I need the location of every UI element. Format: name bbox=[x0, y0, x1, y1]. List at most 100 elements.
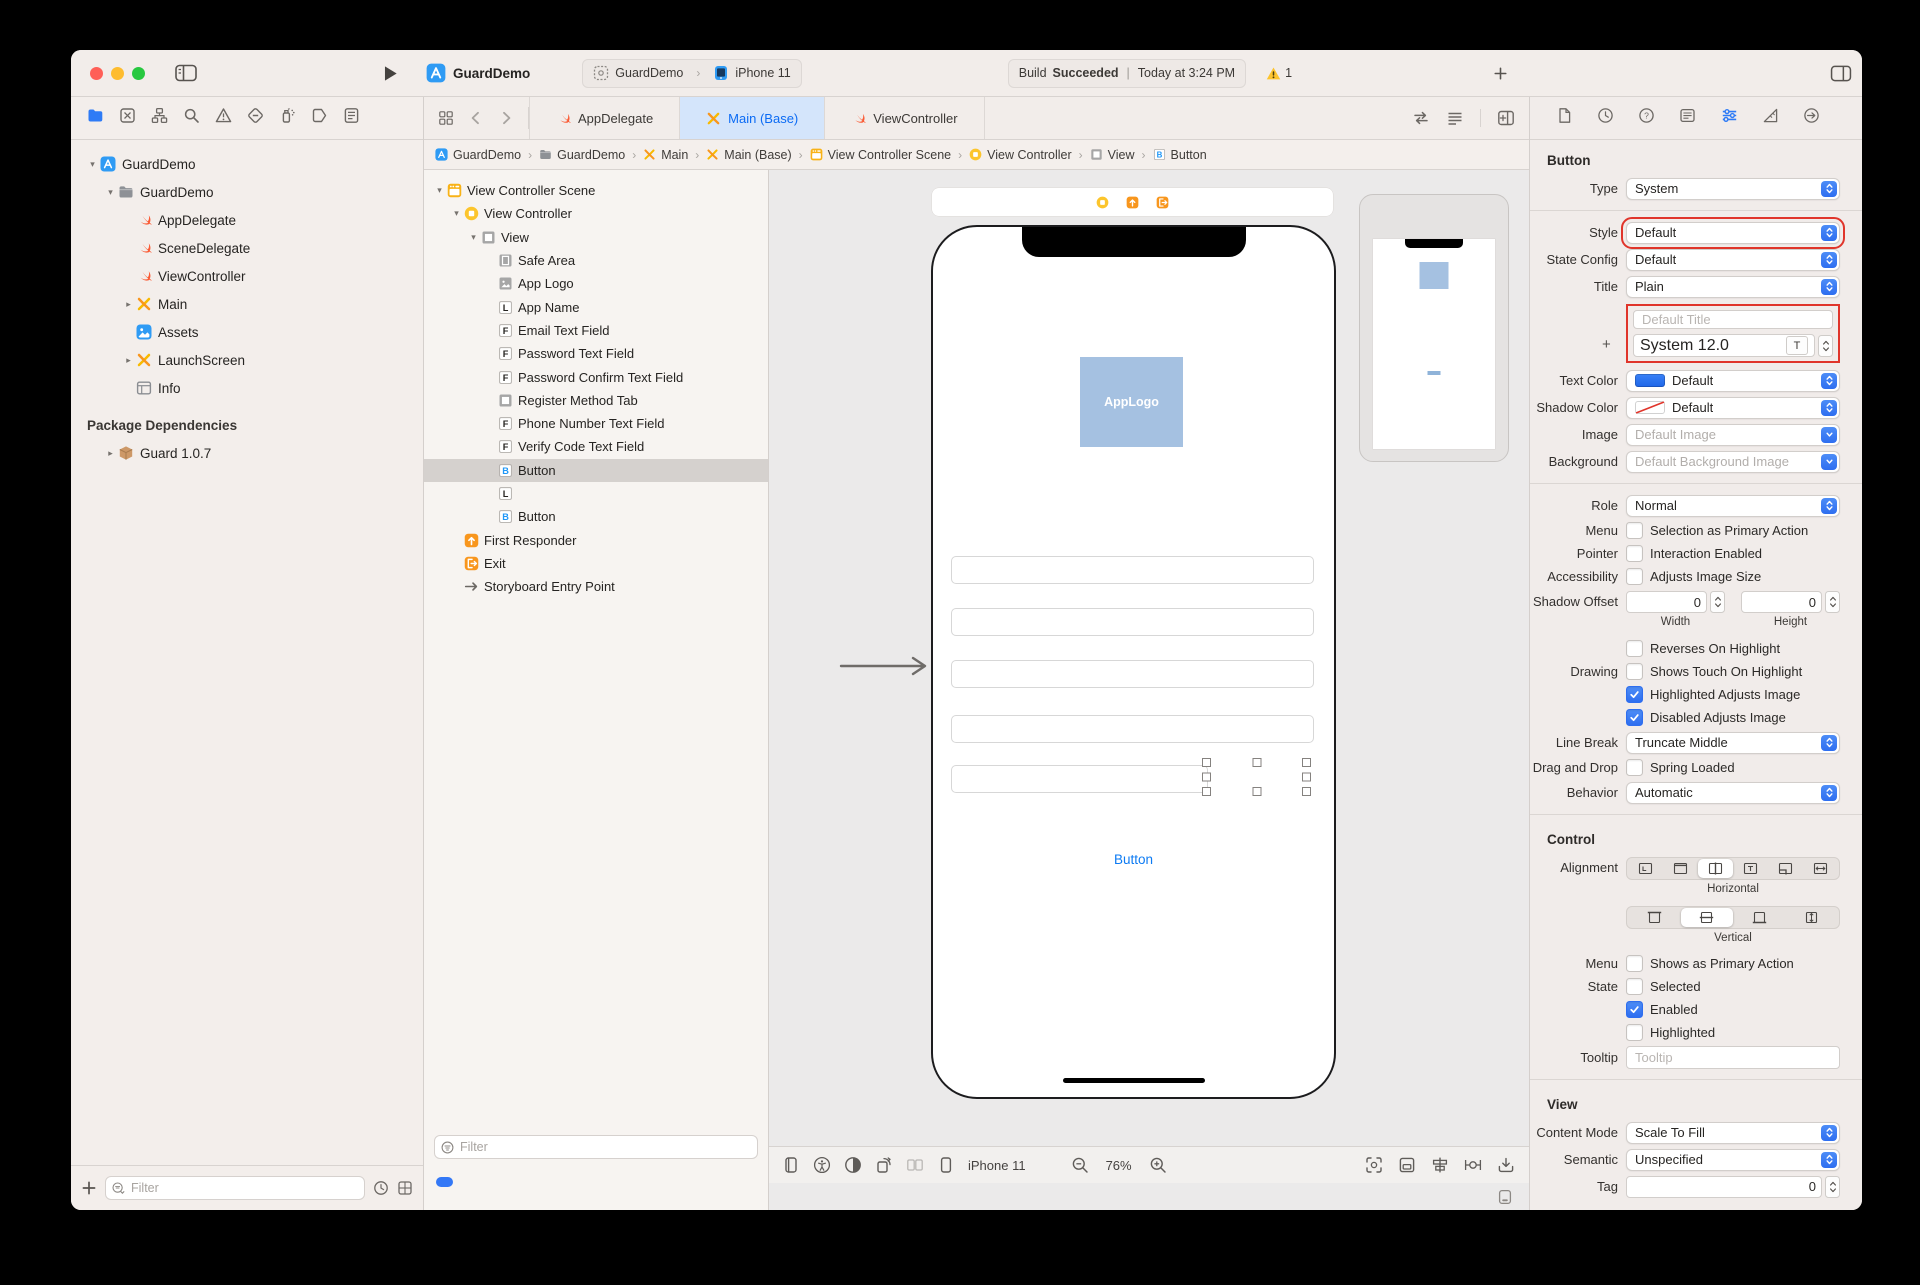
state-config-popup[interactable]: Default bbox=[1626, 249, 1840, 271]
shadow-offset-width-input[interactable] bbox=[1627, 592, 1706, 612]
editor-options-icon[interactable] bbox=[1446, 109, 1464, 127]
disclosure-chevron-icon[interactable]: ▸ bbox=[103, 448, 118, 459]
navigator-filter-input[interactable] bbox=[129, 1180, 358, 1196]
outline-item-verify-code-text-field[interactable]: FVerify Code Text Field bbox=[424, 435, 768, 458]
stepper-icon[interactable] bbox=[1818, 335, 1833, 357]
navigator-tab-issues[interactable] bbox=[215, 107, 232, 129]
outline-item-phone-number-text-field[interactable]: FPhone Number Text Field bbox=[424, 412, 768, 435]
content-mode-popup[interactable]: Scale To Fill bbox=[1626, 1122, 1840, 1144]
minimize-window-button[interactable] bbox=[111, 67, 124, 80]
storyboard-entry-arrow[interactable] bbox=[839, 654, 931, 678]
navigator-tab-search[interactable] bbox=[183, 107, 200, 129]
accessibility-icon[interactable] bbox=[813, 1156, 831, 1174]
outline-item-app-name[interactable]: LApp Name bbox=[424, 295, 768, 318]
outline-item-password-confirm-text-field[interactable]: FPassword Confirm Text Field bbox=[424, 365, 768, 388]
stepper-icon[interactable] bbox=[1825, 1176, 1840, 1198]
sidebar-item-guarddemo[interactable]: ▾GuardDemo bbox=[71, 150, 423, 178]
minimap-preview[interactable] bbox=[1359, 194, 1509, 462]
segment-seg-l[interactable] bbox=[1628, 859, 1663, 878]
inspector-tab-quick-help-inspector[interactable] bbox=[1679, 107, 1696, 129]
navigator-tab-breakpoints[interactable] bbox=[311, 107, 328, 129]
resolve-layout-icon[interactable] bbox=[1497, 1156, 1515, 1174]
navigator-filter-field[interactable] bbox=[105, 1176, 365, 1200]
style-popup[interactable]: Default bbox=[1626, 222, 1840, 244]
enabled-checkbox[interactable] bbox=[1626, 1001, 1643, 1018]
navigator-tab-source-control[interactable] bbox=[119, 107, 136, 129]
background-popup[interactable]: Default Background Image bbox=[1626, 451, 1840, 473]
canvas-area[interactable]: AppLogo Button bbox=[769, 170, 1529, 1146]
sidebar-item-guarddemo[interactable]: ▾GuardDemo bbox=[71, 178, 423, 206]
zoom-out-icon[interactable] bbox=[1071, 1156, 1089, 1174]
segment-seg-rail-top[interactable] bbox=[1628, 908, 1681, 927]
recent-files-filter-icon[interactable] bbox=[373, 1180, 389, 1196]
verify-code-text-field[interactable] bbox=[951, 765, 1208, 793]
navigator-tab-debug[interactable] bbox=[279, 107, 296, 129]
tab-appdelegate[interactable]: AppDelegate bbox=[529, 97, 680, 139]
image-popup[interactable]: Default Image bbox=[1626, 424, 1840, 446]
disclosure-chevron-icon[interactable]: ▾ bbox=[85, 159, 100, 170]
device-name[interactable]: iPhone 11 bbox=[968, 1158, 1026, 1173]
scene-dock[interactable] bbox=[932, 188, 1333, 216]
stepper-icon[interactable] bbox=[1710, 591, 1725, 613]
zoom-to-fit-icon[interactable] bbox=[1365, 1156, 1383, 1174]
outline-item-email-text-field[interactable]: FEmail Text Field bbox=[424, 319, 768, 342]
breadcrumb-item-button[interactable]: BButton bbox=[1153, 148, 1207, 162]
line-break-popup[interactable]: Truncate Middle bbox=[1626, 732, 1840, 754]
navigator-tab-tests[interactable] bbox=[247, 107, 264, 129]
orientation-icon[interactable] bbox=[875, 1156, 893, 1174]
go-back-icon[interactable] bbox=[468, 110, 484, 126]
font-picker-button[interactable]: T bbox=[1786, 336, 1808, 355]
align-icon[interactable] bbox=[1431, 1156, 1449, 1174]
highlighted-checkbox[interactable] bbox=[1626, 1024, 1643, 1041]
view-controller-icon[interactable] bbox=[1096, 196, 1109, 209]
scm-status-filter-icon[interactable] bbox=[397, 1180, 413, 1196]
zoom-window-button[interactable] bbox=[132, 67, 145, 80]
shows-touch-on-highlight-checkbox[interactable] bbox=[1626, 663, 1643, 680]
navigator-tab-navigator-folder[interactable] bbox=[87, 107, 104, 129]
add-file-button[interactable] bbox=[81, 1180, 97, 1196]
sidebar-item-appdelegate[interactable]: AppDelegate bbox=[71, 206, 423, 234]
highlighted-adjusts-image-checkbox[interactable] bbox=[1626, 686, 1643, 703]
split-view-icon[interactable] bbox=[906, 1156, 924, 1174]
inspector-tab-help-inspector[interactable]: ? bbox=[1638, 107, 1655, 129]
stepper-icon[interactable] bbox=[1825, 591, 1840, 613]
disclosure-chevron-icon[interactable]: ▸ bbox=[121, 355, 136, 366]
sidebar-item-info[interactable]: Info bbox=[71, 374, 423, 402]
segment-seg-t[interactable] bbox=[1733, 859, 1768, 878]
inspector-toggle-icon[interactable] bbox=[1830, 65, 1852, 82]
tag-input[interactable] bbox=[1627, 1177, 1821, 1197]
sidebar-item-launchscreen[interactable]: ▸LaunchScreen bbox=[71, 346, 423, 374]
breadcrumb-item-main[interactable]: Main bbox=[643, 148, 688, 162]
breadcrumb-item-view[interactable]: View bbox=[1090, 148, 1135, 162]
password-text-field[interactable] bbox=[951, 608, 1314, 636]
disclosure-chevron-icon[interactable]: ▾ bbox=[449, 208, 464, 219]
shadow-offset-height-input[interactable] bbox=[1742, 592, 1821, 612]
embed-icon[interactable] bbox=[1398, 1156, 1416, 1174]
disclosure-chevron-icon[interactable]: ▾ bbox=[103, 187, 118, 198]
segment-seg-corner[interactable] bbox=[1768, 859, 1803, 878]
exit-icon[interactable] bbox=[1156, 196, 1169, 209]
outline-item-register-method-tab[interactable]: Register Method Tab bbox=[424, 389, 768, 412]
add-editor-icon[interactable] bbox=[1497, 109, 1515, 127]
sidebar-item-viewcontroller[interactable]: ViewController bbox=[71, 262, 423, 290]
breadcrumb-item-view-controller-scene[interactable]: View Controller Scene bbox=[810, 148, 951, 162]
type-popup[interactable]: System bbox=[1626, 178, 1840, 200]
disclosure-chevron-icon[interactable]: ▸ bbox=[121, 299, 136, 310]
inspector-tab-file-inspector[interactable] bbox=[1556, 107, 1573, 129]
navigator-tab-symbols[interactable] bbox=[151, 107, 168, 129]
shadow-color-popup[interactable]: Default bbox=[1626, 397, 1840, 419]
outline-item-view-controller-scene[interactable]: ▾View Controller Scene bbox=[424, 179, 768, 202]
appearance-icon[interactable] bbox=[844, 1156, 862, 1174]
tab-main-base[interactable]: Main (Base) bbox=[680, 97, 825, 139]
run-button[interactable] bbox=[383, 65, 398, 82]
zoom-in-icon[interactable] bbox=[1149, 1156, 1167, 1174]
color-swatch[interactable] bbox=[1635, 401, 1665, 414]
tooltip-input[interactable] bbox=[1633, 1049, 1833, 1066]
inspector-tab-attributes-inspector[interactable] bbox=[1721, 107, 1738, 129]
segment-seg-fill-v[interactable] bbox=[1786, 908, 1839, 927]
interaction-enabled-checkbox[interactable] bbox=[1626, 545, 1643, 562]
first-responder-icon[interactable] bbox=[1126, 196, 1139, 209]
canvas-button[interactable]: Button bbox=[933, 852, 1334, 867]
add-tab-button[interactable] bbox=[1493, 66, 1508, 81]
inspector-tab-size-inspector[interactable] bbox=[1762, 107, 1779, 129]
